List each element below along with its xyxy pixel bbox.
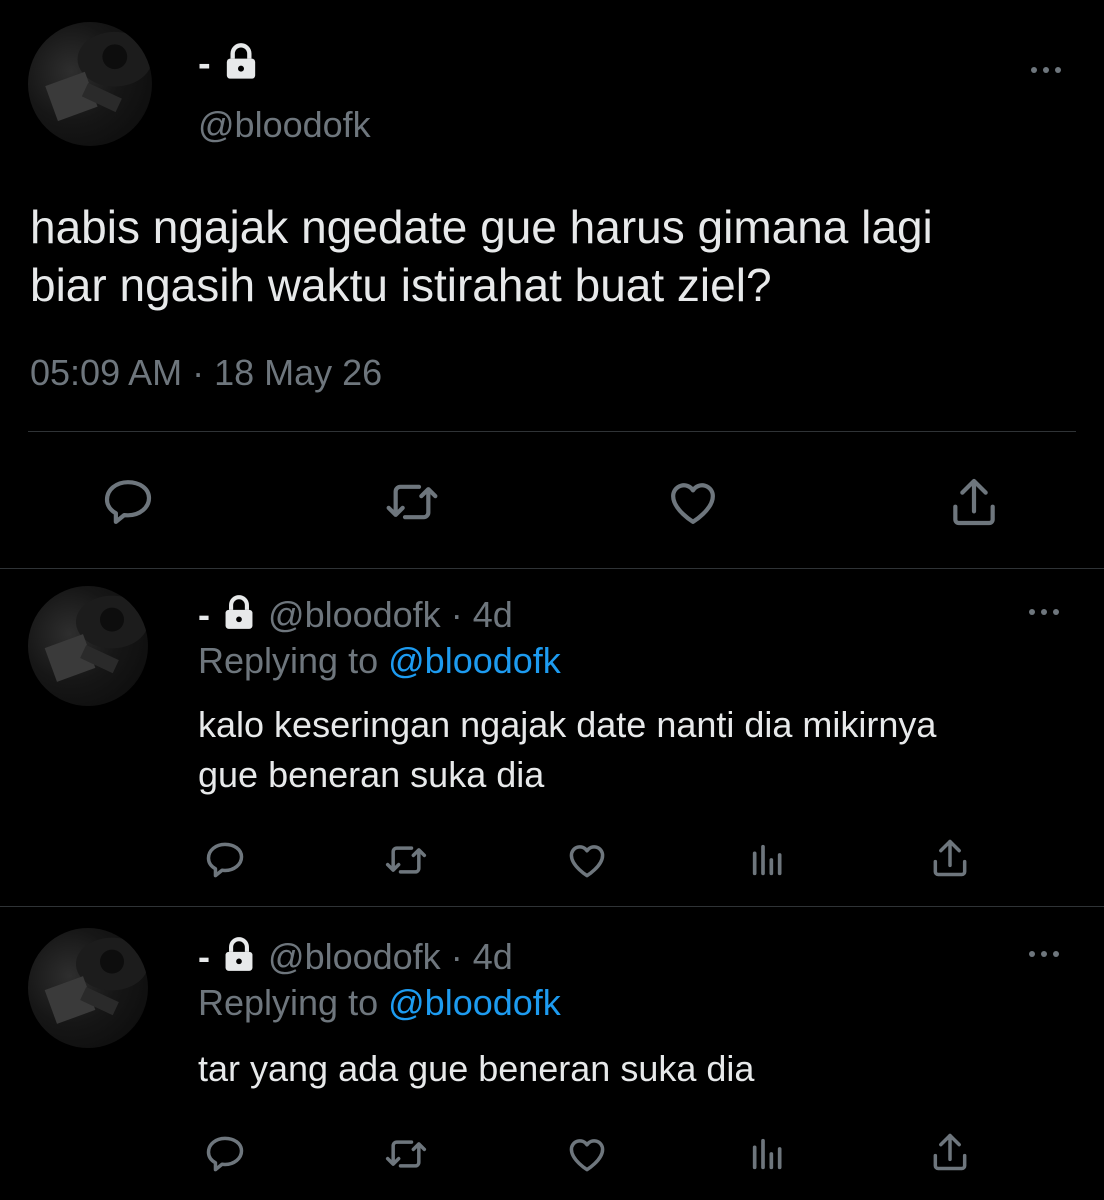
reply-header: - @bloodofk · 4d [198, 936, 513, 983]
relative-time[interactable]: · 4d [451, 936, 513, 977]
reply-text: tar yang ada gue beneran suka dia [198, 1048, 755, 1089]
timestamp[interactable]: 05:09 AM · 18 May 26 [30, 352, 382, 394]
mention-link[interactable]: @bloodofk [388, 640, 561, 681]
reply-text: kalo keseringan ngajak date nanti dia mi… [198, 704, 937, 795]
lock-icon [221, 42, 261, 90]
mention-link[interactable]: @bloodofk [388, 982, 561, 1023]
avatar[interactable] [28, 22, 152, 146]
display-name[interactable]: - [198, 936, 210, 977]
share-icon[interactable] [928, 836, 972, 880]
like-icon[interactable] [564, 1132, 610, 1176]
analytics-icon[interactable] [748, 1132, 788, 1176]
replying-to: Replying to @bloodofk [198, 640, 561, 681]
divider [0, 906, 1104, 907]
more-options-icon[interactable] [1028, 58, 1064, 82]
avatar[interactable] [28, 928, 148, 1048]
reply-icon[interactable] [203, 838, 247, 882]
reply-icon[interactable] [100, 474, 156, 530]
display-name[interactable]: - [198, 594, 210, 635]
relative-time[interactable]: · 4d [451, 594, 513, 635]
retweet-icon[interactable] [382, 474, 442, 530]
share-icon[interactable] [928, 1130, 972, 1174]
tweet-text: habis ngajak ngedate gue harus gimana la… [30, 201, 933, 311]
more-options-icon[interactable] [1026, 942, 1062, 966]
analytics-icon[interactable] [748, 838, 788, 882]
more-options-icon[interactable] [1026, 600, 1062, 624]
retweet-icon[interactable] [382, 838, 430, 882]
avatar[interactable] [28, 586, 148, 706]
replying-to: Replying to @bloodofk [198, 982, 561, 1023]
like-icon[interactable] [564, 838, 610, 882]
like-icon[interactable] [664, 474, 722, 530]
display-name[interactable]: - [198, 42, 261, 90]
share-icon[interactable] [946, 474, 1002, 530]
handle[interactable]: @bloodofk [268, 594, 441, 635]
divider [28, 431, 1076, 432]
divider [0, 568, 1104, 569]
lock-icon [220, 936, 258, 983]
handle[interactable]: @bloodofk [268, 936, 441, 977]
retweet-icon[interactable] [382, 1132, 430, 1176]
handle[interactable]: @bloodofk [198, 104, 371, 146]
reply-header: - @bloodofk · 4d [198, 594, 513, 641]
lock-icon [220, 594, 258, 641]
reply-icon[interactable] [203, 1132, 247, 1176]
